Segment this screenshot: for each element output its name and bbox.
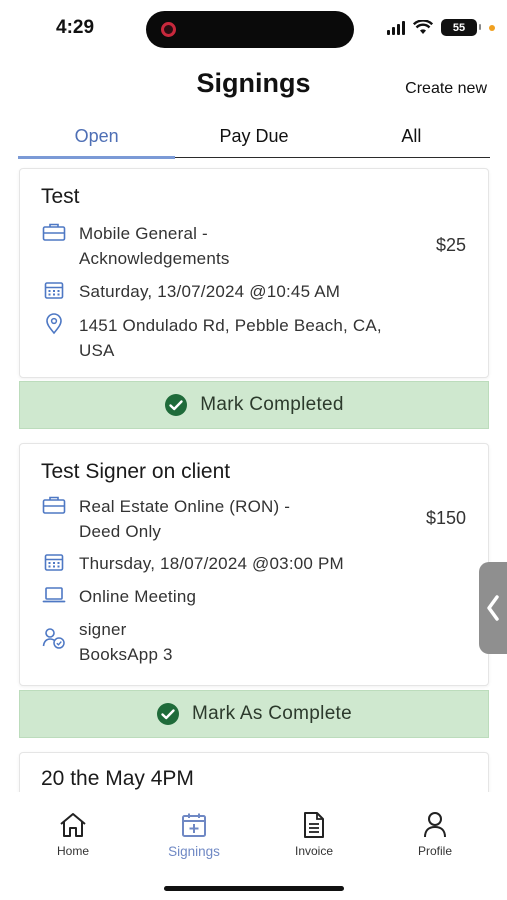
mark-as-complete-button[interactable]: Mark As Complete [19,690,489,738]
nav-signings[interactable]: Signings [149,810,239,859]
signing-title: Test [41,185,80,208]
cellular-signal-icon [387,20,405,35]
person-icon [390,810,480,840]
battery-icon: 55 [441,19,481,36]
laptop-icon [41,584,67,606]
signer-line: BooksApp 3 [79,645,173,664]
nav-home[interactable]: Home [28,810,118,858]
bottom-nav: Home Signings Invoice Profile [0,800,507,900]
signing-card[interactable]: 20 the May 4PM [19,752,489,792]
service-line: Deed Only [79,522,162,541]
chevron-left-icon [487,595,499,621]
signer-line: signer [79,620,127,639]
nav-profile[interactable]: Profile [390,810,480,858]
check-circle-icon [156,703,179,725]
signing-card[interactable]: Test Mobile General - Acknowledgements $… [19,168,489,378]
meeting-row: Online Meeting [41,584,196,609]
dynamic-island [146,11,354,48]
location-row: 1451 Ondulado Rd, Pebble Beach, CA, USA [41,313,382,363]
user-check-icon [41,627,67,649]
signings-list[interactable]: Test Mobile General - Acknowledgements $… [0,164,507,792]
status-time: 4:29 [56,17,95,38]
tab-pay-due[interactable]: Pay Due [175,118,332,157]
wifi-icon [413,20,433,34]
calendar-icon [41,551,67,573]
signing-card[interactable]: Test Signer on client Real Estate Online… [19,443,489,686]
location-line: USA [79,341,115,360]
location-pin-icon [41,313,67,335]
calendar-icon [41,279,67,301]
nav-label: Invoice [294,844,334,858]
side-drawer-handle[interactable] [479,562,507,654]
signing-title: 20 the May 4PM [41,767,194,790]
action-label: Mark As Complete [191,703,353,724]
briefcase-icon [41,494,67,516]
action-label: Mark Completed [200,394,344,415]
home-indicator [164,886,344,891]
nav-label: Signings [168,844,220,859]
tab-bar: Open Pay Due All [18,118,490,159]
tab-open[interactable]: Open [18,118,176,159]
service-line: Real Estate Online (RON) - [79,497,291,516]
status-icons: 55 [387,19,495,36]
service-line: Mobile General - [79,224,208,243]
status-bar: 4:29 55 [0,0,507,56]
briefcase-icon [41,221,67,243]
signing-title: Test Signer on client [41,460,231,483]
signing-datetime: Thursday, 18/07/2024 @03:00 PM [79,554,344,573]
signer-row: signer BooksApp 3 [41,617,173,667]
create-new-button[interactable]: Create new [405,80,487,98]
signing-datetime: Saturday, 13/07/2024 @10:45 AM [79,282,341,301]
mark-completed-button[interactable]: Mark Completed [19,381,489,429]
calendar-plus-icon [149,810,239,840]
nav-label: Home [56,844,89,858]
document-icon [269,810,359,840]
tab-all[interactable]: All [333,118,490,157]
nav-invoice[interactable]: Invoice [269,810,359,858]
signing-price: $150 [425,508,466,528]
datetime-row: Saturday, 13/07/2024 @10:45 AM [41,279,340,304]
recording-indicator-icon [161,22,176,37]
privacy-dot-icon [489,24,495,31]
home-icon [28,810,118,840]
service-line: Acknowledgements [79,249,230,268]
check-circle-icon [165,394,188,416]
datetime-row: Thursday, 18/07/2024 @03:00 PM [41,551,344,576]
signing-price: $25 [435,235,466,255]
location-line: 1451 Ondulado Rd, Pebble Beach, CA, [79,316,382,335]
signing-meeting: Online Meeting [79,587,197,606]
service-row: Real Estate Online (RON) - Deed Only [41,494,290,544]
service-row: Mobile General - Acknowledgements [41,221,230,271]
nav-label: Profile [417,844,452,858]
